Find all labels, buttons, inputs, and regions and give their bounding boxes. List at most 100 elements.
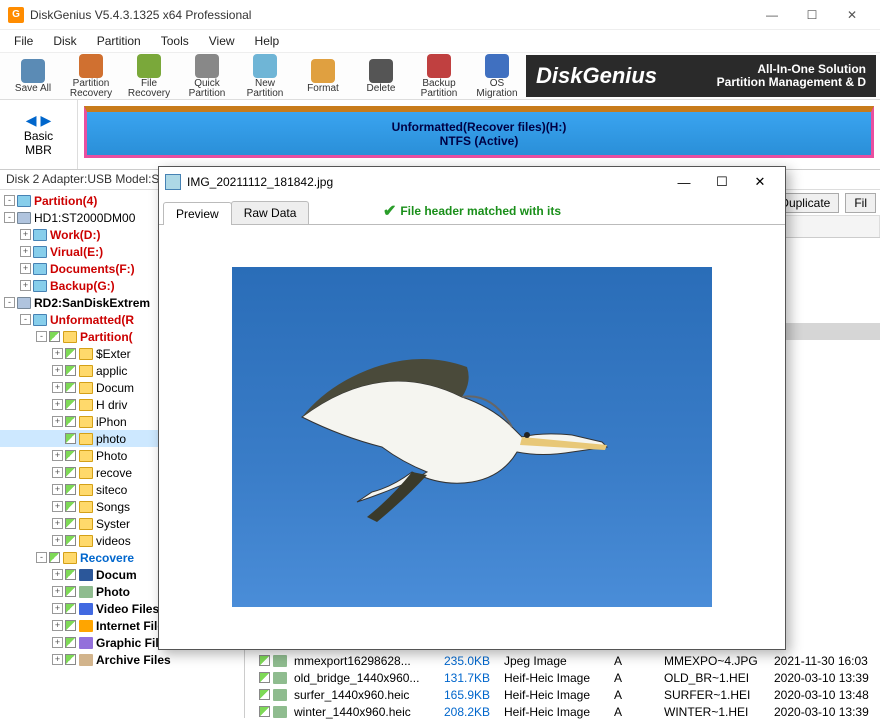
checkbox[interactable] bbox=[65, 467, 76, 478]
checkbox[interactable] bbox=[65, 535, 76, 546]
expander-icon[interactable]: + bbox=[52, 348, 63, 359]
tab-raw-data[interactable]: Raw Data bbox=[231, 201, 310, 224]
tab-preview[interactable]: Preview bbox=[163, 202, 232, 225]
tool-quick-partition[interactable]: Quick Partition bbox=[178, 53, 236, 99]
part-icon bbox=[17, 195, 31, 207]
menu-help[interactable]: Help bbox=[247, 32, 288, 50]
tree-label: Video Files bbox=[96, 602, 159, 616]
menu-tools[interactable]: Tools bbox=[153, 32, 197, 50]
fold-icon bbox=[79, 501, 93, 513]
partition-bar[interactable]: Unformatted(Recover files)(H:) NTFS (Act… bbox=[84, 106, 874, 158]
preview-close-button[interactable]: ✕ bbox=[741, 168, 779, 196]
checkbox[interactable] bbox=[65, 518, 76, 529]
tree-label: HD1:ST2000DM00 bbox=[34, 211, 135, 225]
cell-name: winter_1440x960.heic bbox=[290, 705, 440, 719]
close-button[interactable]: ✕ bbox=[832, 0, 872, 30]
minimize-button[interactable]: — bbox=[752, 0, 792, 30]
tool-new-partition[interactable]: New Partition bbox=[236, 53, 294, 99]
expander-icon[interactable]: + bbox=[52, 637, 63, 648]
preview-titlebar[interactable]: IMG_20211112_181842.jpg — ☐ ✕ bbox=[159, 167, 785, 197]
expander-icon[interactable]: + bbox=[52, 535, 63, 546]
menu-file[interactable]: File bbox=[6, 32, 41, 50]
cell-name: old_bridge_1440x960... bbox=[290, 671, 440, 685]
tool-save-all[interactable]: Save All bbox=[4, 53, 62, 99]
check-icon: ✔ bbox=[383, 201, 396, 221]
expander-icon[interactable]: + bbox=[52, 484, 63, 495]
checkbox[interactable] bbox=[65, 484, 76, 495]
checkbox[interactable] bbox=[65, 365, 76, 376]
part-icon bbox=[33, 263, 47, 275]
expander-icon[interactable]: - bbox=[36, 331, 47, 342]
tree-label: Unformatted(R bbox=[50, 313, 134, 327]
expander-icon[interactable]: + bbox=[20, 263, 31, 274]
cell-size: 165.9KB bbox=[440, 688, 500, 702]
expander-icon[interactable]: + bbox=[52, 399, 63, 410]
cell-short: SURFER~1.HEI bbox=[660, 688, 770, 702]
checkbox[interactable] bbox=[65, 399, 76, 410]
checkbox[interactable] bbox=[65, 433, 76, 444]
checkbox[interactable] bbox=[259, 672, 270, 683]
tool-file-recovery[interactable]: File Recovery bbox=[120, 53, 178, 99]
expander-icon[interactable]: + bbox=[52, 416, 63, 427]
tool-delete[interactable]: Delete bbox=[352, 53, 410, 99]
expander-icon[interactable]: + bbox=[20, 229, 31, 240]
checkbox[interactable] bbox=[65, 450, 76, 461]
menu-view[interactable]: View bbox=[201, 32, 243, 50]
disk-nav[interactable]: ◀ ▶ Basic MBR bbox=[0, 100, 78, 169]
tool-format[interactable]: Format bbox=[294, 53, 352, 99]
expander-icon[interactable]: + bbox=[52, 467, 63, 478]
checkbox[interactable] bbox=[65, 620, 76, 631]
expander-icon[interactable]: + bbox=[52, 586, 63, 597]
expander-icon[interactable]: + bbox=[20, 246, 31, 257]
preview-minimize-button[interactable]: — bbox=[665, 168, 703, 196]
checkbox[interactable] bbox=[65, 348, 76, 359]
nav-arrows-icon[interactable]: ◀ ▶ bbox=[26, 112, 51, 129]
checkbox[interactable] bbox=[65, 603, 76, 614]
checkbox[interactable] bbox=[65, 416, 76, 427]
expander-icon[interactable]: + bbox=[52, 450, 63, 461]
tree-label: Partition(4) bbox=[34, 194, 97, 208]
checkbox[interactable] bbox=[65, 654, 76, 665]
file-row[interactable]: old_bridge_1440x960...131.7KBHeif-Heic I… bbox=[246, 669, 880, 686]
checkbox[interactable] bbox=[259, 689, 270, 700]
tool-backup-partition[interactable]: Backup Partition bbox=[410, 53, 468, 99]
checkbox[interactable] bbox=[65, 501, 76, 512]
checkbox[interactable] bbox=[259, 655, 270, 666]
expander-icon[interactable]: + bbox=[52, 501, 63, 512]
tool-label: Delete bbox=[367, 84, 396, 94]
tool-os-migration[interactable]: OS Migration bbox=[468, 53, 526, 99]
menu-partition[interactable]: Partition bbox=[89, 32, 149, 50]
checkbox[interactable] bbox=[65, 586, 76, 597]
expander-icon[interactable]: - bbox=[36, 552, 47, 563]
preview-window: IMG_20211112_181842.jpg — ☐ ✕ Preview Ra… bbox=[158, 166, 786, 650]
menu-disk[interactable]: Disk bbox=[45, 32, 84, 50]
expander-icon[interactable]: - bbox=[4, 212, 15, 223]
expander-icon[interactable]: + bbox=[52, 620, 63, 631]
file-row[interactable]: winter_1440x960.heic208.2KBHeif-Heic Ima… bbox=[246, 703, 880, 720]
tree-item[interactable]: +Archive Files bbox=[0, 651, 244, 668]
checkbox[interactable] bbox=[65, 382, 76, 393]
expander-icon[interactable]: + bbox=[52, 382, 63, 393]
maximize-button[interactable]: ☐ bbox=[792, 0, 832, 30]
ph-icon bbox=[79, 586, 93, 598]
checkbox[interactable] bbox=[65, 637, 76, 648]
expander-icon[interactable]: - bbox=[4, 195, 15, 206]
checkbox[interactable] bbox=[65, 569, 76, 580]
file-row[interactable]: surfer_1440x960.heic165.9KBHeif-Heic Ima… bbox=[246, 686, 880, 703]
expander-icon[interactable]: + bbox=[52, 518, 63, 529]
file-row[interactable]: mmexport16298628...235.0KBJpeg ImageAMME… bbox=[246, 652, 880, 669]
expander-icon[interactable]: + bbox=[52, 569, 63, 580]
checkbox[interactable] bbox=[259, 706, 270, 717]
preview-maximize-button[interactable]: ☐ bbox=[703, 168, 741, 196]
expander-icon[interactable]: - bbox=[20, 314, 31, 325]
checkbox[interactable] bbox=[49, 552, 60, 563]
expander-icon[interactable]: + bbox=[52, 654, 63, 665]
expander-icon[interactable]: + bbox=[52, 603, 63, 614]
tool-partition-recovery[interactable]: Partition Recovery bbox=[62, 53, 120, 99]
checkbox[interactable] bbox=[49, 331, 60, 342]
fold-icon bbox=[79, 518, 93, 530]
expander-icon[interactable]: - bbox=[4, 297, 15, 308]
expander-icon[interactable]: + bbox=[52, 365, 63, 376]
expander-icon[interactable]: + bbox=[20, 280, 31, 291]
filter-button[interactable]: Fil bbox=[845, 193, 876, 213]
